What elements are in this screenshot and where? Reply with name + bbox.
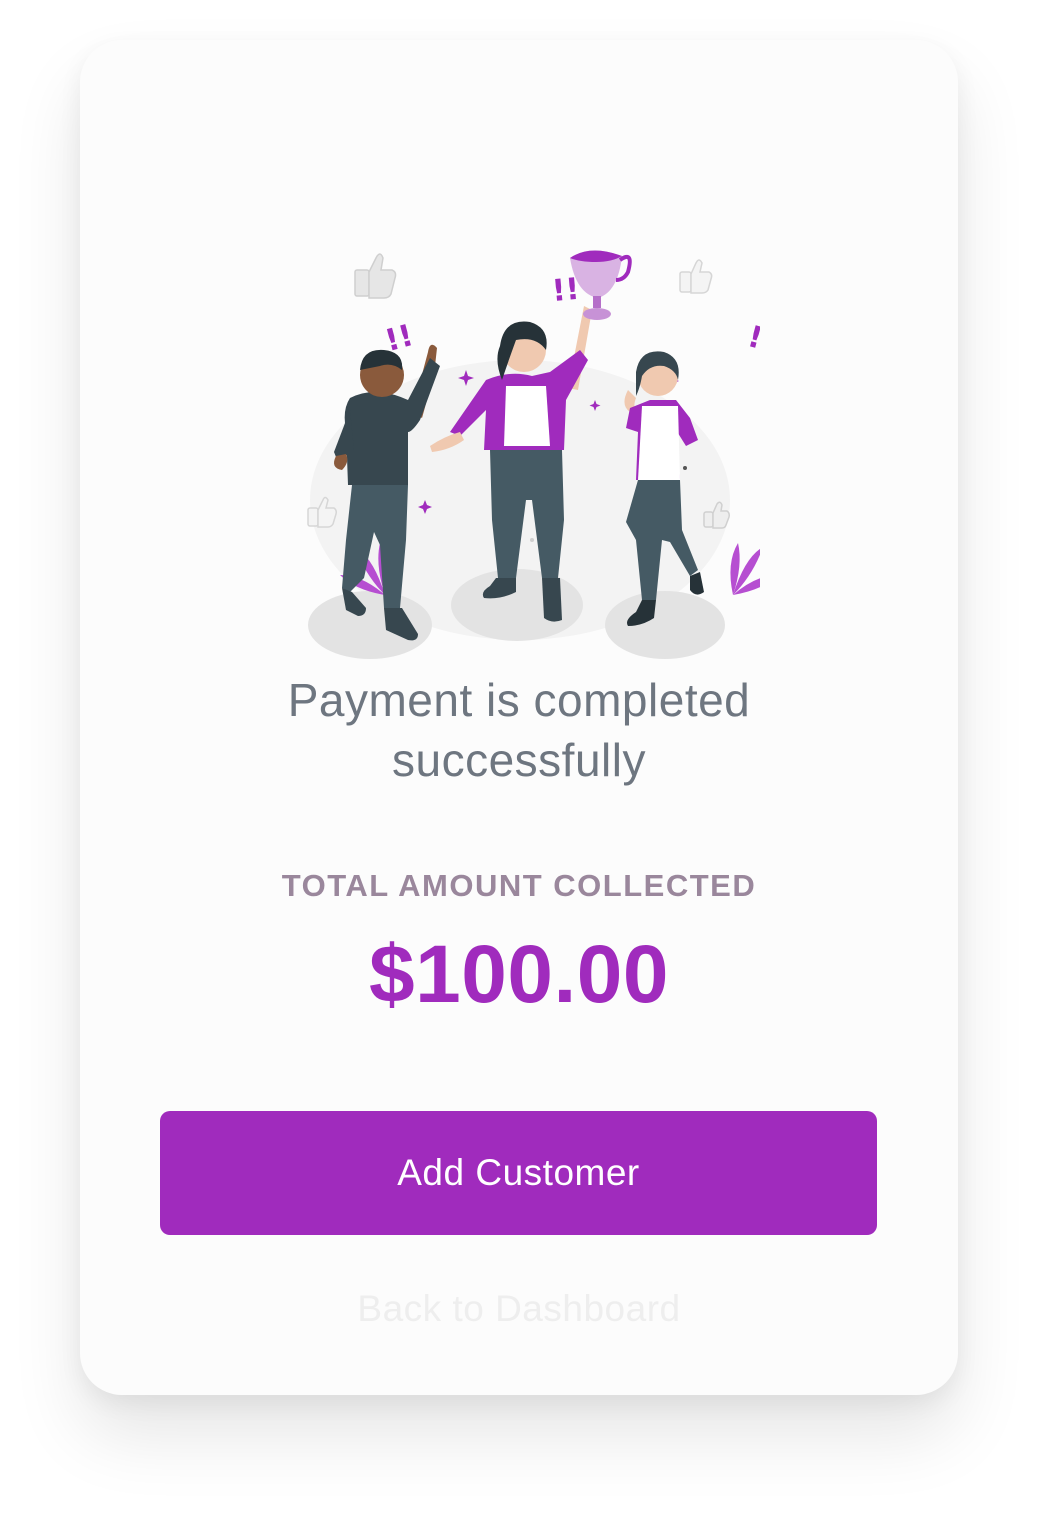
success-message-line1: Payment is completed	[287, 674, 751, 726]
success-message-line2: successfully	[392, 734, 646, 786]
thumbs-up-icon	[679, 259, 713, 294]
back-to-dashboard-link[interactable]: Back to Dashboard	[80, 1288, 958, 1330]
svg-text:!!: !!	[744, 319, 760, 360]
total-amount-value: $100.00	[369, 929, 669, 1020]
success-message: Payment is completed successfully	[80, 670, 958, 790]
thumbs-up-icon	[354, 253, 397, 299]
success-card: !! !! !! !!	[80, 40, 958, 1395]
celebration-illustration: !! !! !! !!	[307, 250, 760, 659]
add-customer-button[interactable]: Add Customer	[160, 1111, 877, 1235]
total-amount-label: TOTAL AMOUNT COLLECTED	[281, 868, 757, 903]
